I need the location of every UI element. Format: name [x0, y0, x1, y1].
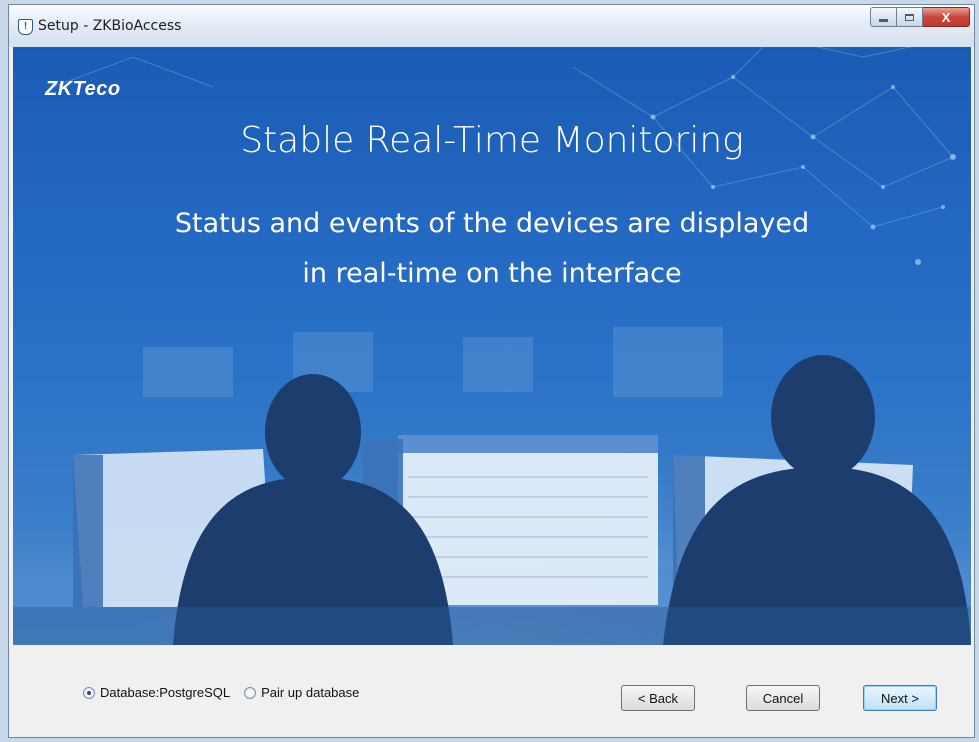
maximize-button[interactable] — [897, 7, 923, 27]
cancel-button[interactable]: Cancel — [746, 685, 820, 711]
banner-subline: Status and events of the devices are dis… — [13, 199, 971, 299]
radio-button-checked[interactable] — [83, 686, 95, 699]
wizard-banner: ZKTeco Stable Real-Time Monitoring Statu… — [13, 47, 971, 645]
radio-label: Pair up database — [261, 685, 360, 700]
radio-database-postgresql[interactable]: Database:PostgreSQL — [83, 685, 230, 700]
close-button[interactable]: X — [923, 7, 970, 27]
banner-subline-line-2: in real-time on the interface — [302, 258, 682, 289]
maximize-icon — [905, 13, 914, 21]
setup-app-icon: ! — [18, 19, 33, 35]
next-button[interactable]: Next > — [863, 685, 937, 711]
back-button[interactable]: < Back — [621, 685, 695, 711]
minimize-button[interactable] — [870, 7, 897, 27]
caption-buttons: X — [870, 7, 970, 29]
banner-headline: Stable Real-Time Monitoring — [240, 120, 744, 161]
database-option-group: Database:PostgreSQL Pair up database — [83, 685, 373, 700]
wizard-footer: Database:PostgreSQL Pair up database < B… — [13, 645, 971, 735]
banner-subline-line-1: Status and events of the devices are dis… — [174, 208, 810, 239]
close-icon: X — [941, 9, 951, 25]
radio-button[interactable] — [244, 686, 257, 699]
window-title: Setup - ZKBioAccess — [38, 18, 182, 34]
title-bar[interactable]: ! Setup - ZKBioAccess X — [9, 5, 974, 47]
zkteco-logo: ZKTeco — [45, 78, 121, 100]
radio-label: Database:PostgreSQL — [100, 685, 231, 700]
minimize-icon — [879, 19, 888, 22]
radio-pair-up-database[interactable]: Pair up database — [244, 685, 359, 700]
setup-window: ! Setup - ZKBioAccess X ZKTeco Stable Re… — [8, 4, 975, 738]
